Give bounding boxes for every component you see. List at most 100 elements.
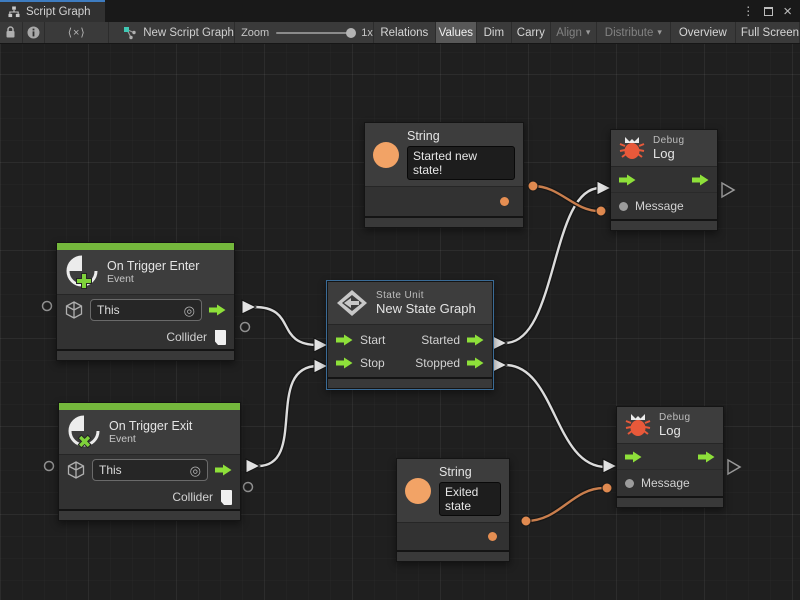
node-footer [617, 498, 723, 507]
flow-output-port[interactable] [467, 334, 484, 346]
string-value-input[interactable]: Exited state [439, 482, 501, 516]
gameobject-cube-icon [65, 301, 83, 319]
wire-string-to-message-bottom[interactable] [521, 483, 612, 526]
tab-title: Script Graph [26, 6, 91, 18]
relations-button[interactable]: Relations [374, 22, 436, 43]
node-footer [365, 218, 523, 227]
state-unit-icon [336, 289, 368, 317]
values-button[interactable]: Values [436, 22, 477, 43]
object-picker-icon[interactable]: ◎ [190, 464, 201, 477]
zoom-slider[interactable] [276, 32, 354, 34]
node-title: Log [653, 146, 684, 161]
gameobject-cube-icon [67, 461, 85, 479]
trigger-enter-icon [65, 254, 99, 290]
bug-icon [625, 413, 651, 437]
chevron-down-icon: ▾ [586, 27, 591, 38]
graph-toolbar: ⟨×⟩ New Script Graph Zoom 1x Relations V… [0, 22, 800, 44]
node-kind: Debug [653, 135, 684, 146]
node-footer [611, 221, 717, 230]
node-kind: State Unit [376, 290, 476, 301]
fullscreen-button[interactable]: Full Screen [736, 22, 800, 43]
message-input-port[interactable] [625, 479, 634, 488]
kebab-menu-icon[interactable]: ⋮ [742, 5, 754, 17]
node-title: String [439, 465, 501, 479]
value-port-unconnected[interactable] [241, 323, 250, 332]
wire-arrowhead [314, 338, 328, 352]
dim-button[interactable]: Dim [477, 22, 512, 43]
stop-port-label: Stop [360, 356, 385, 370]
script-graph-icon [123, 26, 137, 40]
wire-stopped-to-log[interactable] [505, 365, 606, 467]
collider-port-label: Collider [172, 490, 213, 504]
tab-script-graph[interactable]: Script Graph [0, 0, 105, 22]
flow-output-port[interactable] [692, 174, 709, 186]
collider-value-icon[interactable] [214, 330, 226, 345]
lock-button[interactable] [0, 22, 23, 43]
node-string-bottom[interactable]: String Exited state [397, 459, 509, 561]
node-title: String [407, 129, 515, 143]
code-icon: ⟨×⟩ [68, 26, 86, 39]
message-port-label: Message [641, 476, 690, 490]
flow-output-port[interactable] [209, 304, 226, 316]
overview-button[interactable]: Overview [671, 22, 736, 43]
flow-output-port[interactable] [467, 357, 484, 369]
wire-enter-to-start[interactable] [254, 307, 318, 345]
node-title: New State Graph [376, 301, 476, 316]
flow-output-port[interactable] [698, 451, 715, 463]
flow-input-port[interactable] [619, 174, 636, 186]
info-icon [27, 26, 40, 39]
node-subtitle: Event [109, 433, 192, 445]
wire-arrowhead [493, 358, 507, 372]
value-port-unconnected[interactable] [244, 483, 253, 492]
string-output-port[interactable] [500, 197, 509, 206]
node-kind: Debug [659, 412, 690, 423]
value-port-unconnected[interactable] [45, 462, 54, 471]
string-output-port[interactable] [488, 532, 497, 541]
flow-input-port[interactable] [336, 357, 353, 369]
node-footer [328, 379, 492, 388]
node-on-trigger-enter[interactable]: On Trigger Enter Event This ◎ Collider [57, 243, 234, 360]
flow-output-port-unconnected[interactable] [722, 183, 734, 197]
value-port-unconnected[interactable] [43, 302, 52, 311]
started-port-label: Started [421, 333, 460, 347]
message-input-port[interactable] [619, 202, 628, 211]
wire-arrowhead [493, 336, 507, 350]
info-button[interactable] [23, 22, 46, 43]
wire-exit-to-stop[interactable] [258, 366, 318, 466]
distribute-dropdown[interactable]: Distribute ▾ [597, 22, 671, 43]
flow-output-port[interactable] [215, 464, 232, 476]
node-state-unit[interactable]: State Unit New State Graph Start Started [328, 282, 492, 388]
close-icon[interactable]: × [783, 4, 792, 19]
collider-value-icon[interactable] [220, 490, 232, 505]
zoom-slider-thumb[interactable] [346, 28, 356, 38]
object-picker-icon[interactable]: ◎ [184, 304, 195, 317]
event-accent-bar [57, 243, 234, 250]
code-view-button[interactable]: ⟨×⟩ [45, 22, 109, 43]
node-on-trigger-exit[interactable]: On Trigger Exit Event This ◎ Collider [59, 403, 240, 520]
graph-name-cell[interactable]: New Script Graph [109, 22, 235, 43]
node-debug-log-top[interactable]: Debug Log Message [611, 130, 717, 230]
node-footer [59, 511, 240, 520]
wire-arrowhead [314, 359, 328, 373]
graph-hierarchy-icon [8, 6, 20, 18]
string-value-input[interactable]: Started new state! [407, 146, 515, 180]
maximize-icon[interactable] [764, 7, 773, 16]
target-object-dropdown[interactable]: This ◎ [92, 459, 208, 481]
flow-output-port-unconnected[interactable] [728, 460, 740, 474]
stopped-port-label: Stopped [415, 356, 460, 370]
wire-arrowhead [597, 181, 611, 195]
flow-input-port[interactable] [625, 451, 642, 463]
node-footer [57, 351, 234, 360]
tab-bar-spacer [105, 0, 743, 22]
node-string-top[interactable]: String Started new state! [365, 123, 523, 227]
carry-button[interactable]: Carry [512, 22, 551, 43]
align-dropdown[interactable]: Align ▾ [551, 22, 597, 43]
flow-input-port[interactable] [336, 334, 353, 346]
event-accent-bar [59, 403, 240, 410]
node-debug-log-bottom[interactable]: Debug Log Message [617, 407, 723, 507]
trigger-exit-icon [67, 414, 101, 450]
node-title: Log [659, 423, 690, 438]
window-tab-bar: Script Graph ⋮ × [0, 0, 800, 22]
target-object-dropdown[interactable]: This ◎ [90, 299, 202, 321]
start-port-label: Start [360, 333, 385, 347]
